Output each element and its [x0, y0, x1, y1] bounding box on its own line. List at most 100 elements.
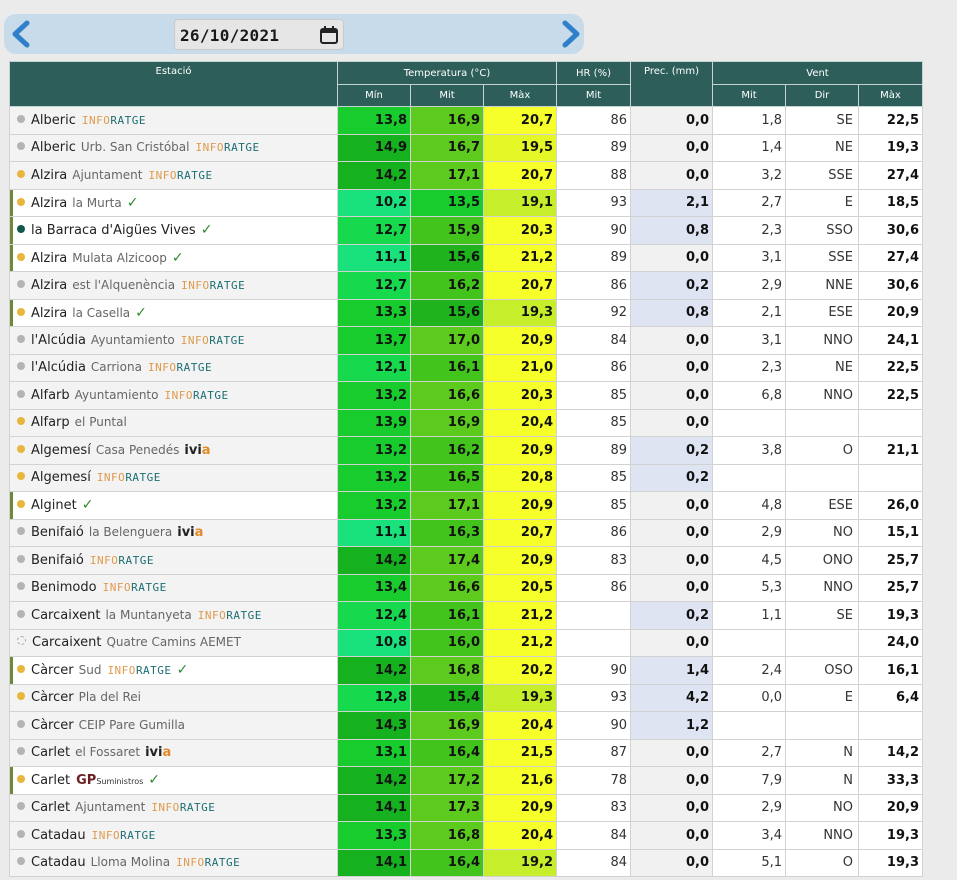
station-cell[interactable]: Carcaixent la Muntanyeta INFORATGE	[9, 601, 338, 630]
table-row[interactable]: Alfarb Ayuntamiento INFORATGE 13,2 16,6 20,3 8…	[9, 381, 923, 410]
wind-max-cell: 16,1	[858, 656, 923, 685]
station-cell[interactable]: l'Alcúdia Ayuntamiento INFORATGE	[9, 326, 338, 355]
station-cell[interactable]: Alfarb Ayuntamiento INFORATGE	[9, 381, 338, 410]
station-name[interactable]: Alberic	[31, 113, 76, 128]
wind-max-cell	[858, 408, 923, 437]
table-row[interactable]: Alberic INFORATGE 13,8 16,9 20,7 86 0,0 1,8 SE 22…	[9, 106, 923, 135]
station-name[interactable]: Càrcer	[31, 690, 74, 705]
station-cell[interactable]: Algemesí Casa Penedés ivia	[9, 436, 338, 465]
station-name[interactable]: Catadau	[31, 828, 86, 843]
wind-dir-cell: NNE	[785, 271, 859, 300]
table-row[interactable]: Alzira la Murta ✓ 10,2 13,5 19,1 93 2,1 2,7 E 18,5	[9, 188, 923, 217]
station-name[interactable]: Carlet	[31, 800, 70, 815]
station-name[interactable]: Càrcer	[31, 663, 74, 678]
station-name[interactable]: l'Alcúdia	[31, 360, 86, 375]
table-row[interactable]: Benifaió INFORATGE 14,2 17,4 20,9 83 0,0 4,5 ONO…	[9, 546, 923, 575]
station-cell[interactable]: Benifaió INFORATGE	[9, 546, 338, 575]
station-name[interactable]: Carlet	[31, 745, 70, 760]
wind-dir-cell: NNO	[785, 821, 859, 850]
station-name[interactable]: la Barraca d'Aigües Vives	[31, 223, 196, 238]
station-cell[interactable]: Càrcer Sud INFORATGE ✓	[9, 656, 338, 685]
table-row[interactable]: Carlet el Fossaret ivia 13,1 16,4 21,5 87 0,0 2,…	[9, 738, 923, 767]
table-row[interactable]: Alzira Ajuntament INFORATGE 14,2 17,1 20,7 88 0…	[9, 161, 923, 190]
calendar-icon[interactable]	[319, 25, 339, 49]
station-name[interactable]: l'Alcúdia	[31, 333, 86, 348]
station-cell[interactable]: Carlet Ajuntament INFORATGE	[9, 793, 338, 822]
station-cell[interactable]: Alberic Urb. San Cristóbal INFORATGE	[9, 133, 338, 162]
station-cell[interactable]: Alzira la Murta ✓	[9, 188, 338, 217]
station-name[interactable]: Benifaió	[31, 525, 84, 540]
table-row[interactable]: Algemesí Casa Penedés ivia 13,2 16,2 20,9 89 0,…	[9, 436, 923, 465]
status-dot	[17, 362, 25, 371]
station-name[interactable]: Càrcer	[31, 718, 74, 733]
station-cell[interactable]: Alzira Mulata Alzicoop ✓	[9, 243, 338, 272]
table-row[interactable]: l'Alcúdia Carriona INFORATGE 12,1 16,1 21,0 86…	[9, 353, 923, 382]
table-row[interactable]: Catadau Lloma Molina INFORATGE 14,1 16,4 19,2…	[9, 848, 923, 877]
station-cell[interactable]: la Barraca d'Aigües Vives ✓	[9, 216, 338, 245]
chevron-left-icon[interactable]	[7, 19, 35, 49]
table-row[interactable]: Algemesí INFORATGE 13,2 16,5 20,8 85 0,2	[9, 463, 923, 492]
station-cell[interactable]: Alzira Ajuntament INFORATGE	[9, 161, 338, 190]
station-name[interactable]: Alfarp	[31, 415, 70, 430]
table-row[interactable]: Carlet GPSuministros ✓ 14,2 17,2 21,6 78 0,0 7,9…	[9, 766, 923, 795]
station-name[interactable]: Carcaixent	[32, 635, 101, 650]
table-row[interactable]: la Barraca d'Aigües Vives ✓ 12,7 15,9 20,3 90…	[9, 216, 923, 245]
table-row[interactable]: Benimodo INFORATGE 13,4 16,6 20,5 86 0,0 5,3 NNO…	[9, 573, 923, 602]
station-cell[interactable]: Carcaixent Quatre Camins AEMET	[9, 628, 338, 657]
table-row[interactable]: Càrcer Pla del Rei 12,8 15,4 19,3 93 4,2 0,0 E 6,…	[9, 683, 923, 712]
date-input[interactable]: 26/10/2021	[174, 19, 344, 50]
table-row[interactable]: Càrcer CEIP Pare Gumilla 14,3 16,9 20,4 90 1,2	[9, 711, 923, 740]
station-cell[interactable]: Benifaió la Belenguera ivia	[9, 518, 338, 547]
table-row[interactable]: Alzira Mulata Alzicoop ✓ 11,1 15,6 21,2 89 0,0 3…	[9, 243, 923, 272]
table-row[interactable]: Alzira est l'Alquenència INFORATGE 12,7 16,2…	[9, 271, 923, 300]
station-cell[interactable]: Alzira est l'Alquenència INFORATGE	[9, 271, 338, 300]
station-cell[interactable]: Alzira la Casella ✓	[9, 298, 338, 327]
status-dot	[17, 636, 26, 646]
station-cell[interactable]: Carlet GPSuministros ✓	[9, 766, 338, 795]
station-name[interactable]: Algemesí	[31, 443, 91, 458]
station-cell[interactable]: Càrcer CEIP Pare Gumilla	[9, 711, 338, 740]
station-cell[interactable]: Alberic INFORATGE	[9, 106, 338, 135]
table-row[interactable]: Alberic Urb. San Cristóbal INFORATGE 14,9 16…	[9, 133, 923, 162]
status-dot	[17, 582, 25, 591]
inforatge-logo: INFORATGE	[148, 361, 212, 374]
station-name[interactable]: Benifaió	[31, 553, 84, 568]
table-row[interactable]: Alzira la Casella ✓ 13,3 15,6 19,3 92 0,8 2,1 ESE…	[9, 298, 923, 327]
station-name[interactable]: Catadau	[31, 855, 86, 870]
station-name[interactable]: Alzira	[31, 168, 67, 183]
table-row[interactable]: Catadau INFORATGE 13,3 16,8 20,4 84 0,0 3,4 NNO 1…	[9, 821, 923, 850]
station-cell[interactable]: Càrcer Pla del Rei	[9, 683, 338, 712]
table-row[interactable]: Alfarp el Puntal 13,9 16,9 20,4 85 0,0	[9, 408, 923, 437]
station-name[interactable]: Alginet	[31, 498, 77, 513]
station-cell[interactable]: Alginet ✓	[9, 491, 338, 520]
wind-max-cell: 19,3	[858, 601, 923, 630]
wind-dir-cell: N	[785, 766, 859, 795]
temp-mit-cell: 16,9	[410, 408, 484, 437]
table-row[interactable]: Carcaixent la Muntanyeta INFORATGE 12,4 16,1…	[9, 601, 923, 630]
station-cell[interactable]: Catadau INFORATGE	[9, 821, 338, 850]
station-name[interactable]: Benimodo	[31, 580, 97, 595]
table-row[interactable]: Carcaixent Quatre Camins AEMET 10,8 16,0 21,…	[9, 628, 923, 657]
station-name[interactable]: Carlet	[31, 773, 70, 788]
table-row[interactable]: Carlet Ajuntament INFORATGE 14,1 17,3 20,9 83 0…	[9, 793, 923, 822]
station-cell[interactable]: l'Alcúdia Carriona INFORATGE	[9, 353, 338, 382]
station-name[interactable]: Alzira	[31, 196, 67, 211]
station-name[interactable]: Alzira	[31, 278, 67, 293]
station-name[interactable]: Alzira	[31, 306, 67, 321]
station-cell[interactable]: Catadau Lloma Molina INFORATGE	[9, 848, 338, 877]
table-row[interactable]: l'Alcúdia Ayuntamiento INFORATGE 13,7 17,0 20…	[9, 326, 923, 355]
station-name[interactable]: Algemesí	[31, 470, 91, 485]
station-name[interactable]: Alfarb	[31, 388, 70, 403]
station-cell[interactable]: Carlet el Fossaret ivia	[9, 738, 338, 767]
table-row[interactable]: Alginet ✓ 13,2 17,1 20,9 85 0,0 4,8 ESE 26,0	[9, 491, 923, 520]
station-name[interactable]: Alzira	[31, 251, 67, 266]
station-cell[interactable]: Algemesí INFORATGE	[9, 463, 338, 492]
station-name[interactable]: Carcaixent	[31, 608, 100, 623]
inforatge-logo: INFORATGE	[148, 169, 212, 182]
chevron-right-icon[interactable]	[557, 19, 585, 49]
table-row[interactable]: Càrcer Sud INFORATGE ✓ 14,2 16,8 20,2 90 1,4 2,4 O…	[9, 656, 923, 685]
table-row[interactable]: Benifaió la Belenguera ivia 11,1 16,3 20,7 86 0…	[9, 518, 923, 547]
station-cell[interactable]: Alfarp el Puntal	[9, 408, 338, 437]
station-name[interactable]: Alberic	[31, 140, 76, 155]
station-cell[interactable]: Benimodo INFORATGE	[9, 573, 338, 602]
